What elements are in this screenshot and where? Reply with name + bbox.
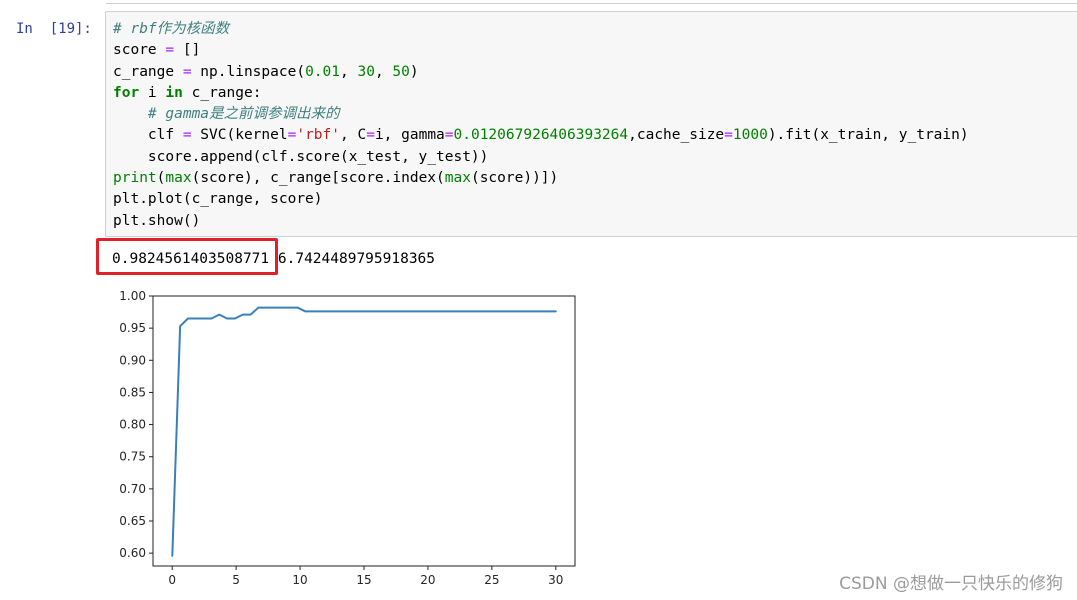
code-builtin: max bbox=[444, 170, 471, 187]
code-token: ,cache_size bbox=[628, 127, 725, 144]
plot-frame bbox=[152, 295, 576, 567]
highlight-annotation-box bbox=[96, 238, 278, 275]
score-line-chart: 0.60 0.65 0.70 0.75 0.80 0.85 0.90 0.95 1.00 0 5 10… bbox=[119, 289, 576, 587]
code-cell-editor[interactable]: # rbf作为核函数 score = [] c_range = np.linsp… bbox=[105, 11, 1077, 237]
code-number: 50 bbox=[392, 63, 410, 80]
x-tick-label: 20 bbox=[420, 573, 435, 587]
y-tick-label: 0.75 bbox=[119, 450, 146, 464]
code-comment-2: # gamma是之前调参调出来的 bbox=[147, 106, 340, 123]
code-keyword: for bbox=[113, 84, 140, 101]
code-builtin: max bbox=[165, 170, 192, 187]
code-token: ).fit(x_train, y_train) bbox=[767, 127, 969, 144]
x-tick-label: 5 bbox=[232, 573, 240, 587]
y-tick-label: 0.90 bbox=[119, 353, 146, 367]
code-token: i, gamma bbox=[374, 127, 445, 144]
code-token: [] bbox=[174, 42, 201, 59]
code-number: 1000 bbox=[732, 127, 768, 144]
code-line-9: plt.plot(c_range, score) bbox=[113, 191, 323, 208]
output-best-c: 6.7424489795918365 bbox=[277, 251, 436, 267]
code-comment-1: # rbf作为核函数 bbox=[113, 21, 230, 37]
code-line-7: score.append(clf.score(x_test, y_test)) bbox=[113, 148, 489, 165]
chart-layer: 0.60 0.65 0.70 0.75 0.80 0.85 0.90 0.95 1.00 0 5 10… bbox=[119, 289, 576, 587]
code-token: c_range bbox=[113, 63, 183, 80]
code-token: (score))]) bbox=[470, 170, 559, 187]
csdn-watermark: CSDN @想做一只快乐的修狗 bbox=[839, 574, 1063, 594]
code-number: 0.01 bbox=[305, 63, 340, 80]
y-tick-label: 0.80 bbox=[119, 418, 146, 432]
x-tick-label: 0 bbox=[168, 573, 176, 587]
y-tick-label: 0.65 bbox=[119, 514, 146, 528]
code-token: score bbox=[113, 42, 166, 59]
series-line-0 bbox=[171, 306, 557, 557]
code-number: 0.012067926406393264 bbox=[453, 127, 629, 144]
x-tick-label: 15 bbox=[356, 573, 371, 587]
y-tick-label: 0.85 bbox=[119, 385, 146, 399]
y-tick-label: 0.95 bbox=[119, 321, 146, 335]
code-operator: = bbox=[444, 127, 454, 144]
y-tick-label: 0.60 bbox=[119, 546, 146, 560]
code-token: , C bbox=[340, 127, 367, 144]
code-token: , bbox=[374, 63, 393, 80]
code-token: c_range: bbox=[182, 84, 262, 101]
code-text[interactable]: # rbf作为核函数 score = [] c_range = np.linsp… bbox=[113, 19, 969, 232]
code-token: ) bbox=[409, 63, 419, 80]
y-tick-label: 1.00 bbox=[119, 289, 146, 303]
code-operator: = bbox=[724, 127, 733, 144]
code-string: 'rbf' bbox=[296, 127, 340, 144]
x-tick-label: 10 bbox=[292, 573, 307, 587]
code-token: clf bbox=[113, 127, 183, 144]
code-token: i bbox=[139, 84, 166, 101]
code-operator: = bbox=[182, 63, 192, 80]
x-tick-label: 30 bbox=[548, 573, 563, 587]
code-token: SVC(kernel bbox=[191, 127, 288, 144]
y-tick-label: 0.70 bbox=[119, 482, 146, 496]
code-builtin: print bbox=[113, 170, 157, 187]
cell-top-divider bbox=[106, 3, 1077, 4]
code-operator: = bbox=[165, 42, 175, 59]
code-line-10: plt.show() bbox=[113, 212, 201, 229]
code-keyword: in bbox=[165, 84, 183, 101]
code-operator: = bbox=[366, 127, 375, 144]
x-tick-label: 25 bbox=[484, 573, 499, 587]
code-token: , bbox=[340, 63, 358, 80]
code-operator: = bbox=[182, 127, 192, 144]
code-token: (score), c_range[score.index( bbox=[191, 170, 445, 187]
code-number: 30 bbox=[357, 63, 375, 80]
code-token: np.linspace( bbox=[191, 63, 306, 80]
cell-prompt: In [19]: bbox=[16, 21, 92, 37]
